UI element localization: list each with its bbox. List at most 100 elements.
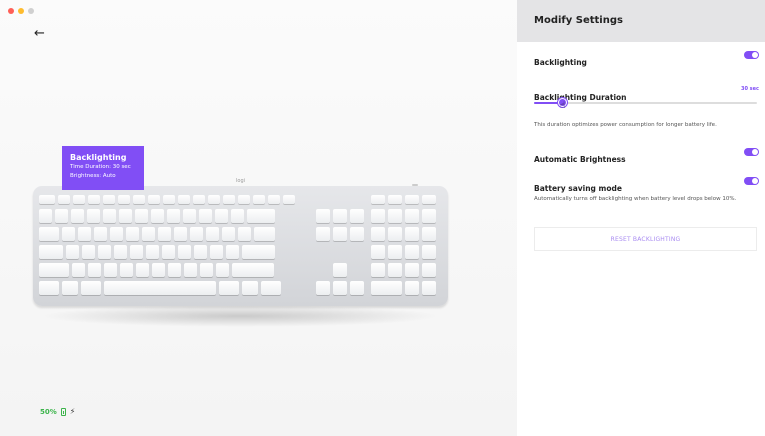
keyboard-key	[39, 195, 55, 204]
panel-title: Modify Settings	[517, 0, 765, 42]
keyboard-key	[39, 245, 63, 259]
pointer-cursor-icon: ☝	[560, 101, 566, 111]
keyboard-key	[82, 245, 95, 259]
keyboard-key	[194, 245, 207, 259]
tooltip-title: Backlighting	[70, 153, 127, 162]
keyboard-key	[333, 281, 347, 295]
keyboard-key	[120, 263, 133, 277]
backlighting-duration-value: 30 sec	[740, 86, 759, 92]
battery-saving-toggle[interactable]	[744, 177, 759, 185]
keyboard-key	[261, 281, 281, 295]
keyboard-key	[152, 263, 165, 277]
maximize-window-button[interactable]	[28, 8, 34, 14]
keyboard-key	[210, 245, 223, 259]
automatic-brightness-row: Automatic Brightness	[534, 147, 759, 164]
keyboard-key	[199, 209, 212, 223]
reset-backlighting-button[interactable]: RESET BACKLIGHTING	[534, 227, 757, 251]
keyboard-key	[98, 245, 111, 259]
keyboard-key	[223, 195, 235, 204]
keyboard-key	[405, 209, 419, 223]
keyboard-key	[242, 245, 275, 259]
keyboard-key	[371, 245, 385, 259]
keyboard-key	[422, 195, 436, 204]
keyboard-key	[371, 263, 385, 277]
backlighting-toggle[interactable]	[744, 51, 759, 59]
keyboard-key	[130, 245, 143, 259]
keyboard-key	[118, 195, 130, 204]
keyboard-key	[110, 227, 123, 241]
back-arrow-icon[interactable]: ←	[34, 27, 45, 40]
keyboard-key	[405, 195, 419, 204]
keyboard-key	[422, 209, 436, 223]
keyboard-key	[103, 195, 115, 204]
keyboard-key	[167, 209, 180, 223]
keyboard-key	[178, 195, 190, 204]
battery-saving-label: Battery saving mode	[534, 184, 622, 193]
keyboard-key	[405, 281, 419, 295]
keyboard-key	[388, 263, 402, 277]
keyboard-key	[81, 281, 101, 295]
keyboard-key	[178, 245, 191, 259]
keyboard-key	[62, 227, 75, 241]
keyboard-key	[146, 245, 159, 259]
keyboard-key	[88, 195, 100, 204]
keyboard-image	[33, 186, 448, 306]
battery-saving-description: Automatically turns off backlighting whe…	[534, 196, 737, 202]
keyboard-key	[148, 195, 160, 204]
keyboard-key	[422, 263, 436, 277]
keyboard-key	[371, 281, 402, 295]
keyboard-key	[66, 245, 79, 259]
keyboard-shadow	[40, 305, 440, 327]
battery-level: 50%	[40, 407, 57, 416]
keyboard-key	[268, 195, 280, 204]
close-window-button[interactable]	[8, 8, 14, 14]
duration-slider-track[interactable]	[534, 102, 757, 104]
keyboard-key	[133, 195, 145, 204]
keyboard-key	[39, 263, 69, 277]
keyboard-key	[316, 281, 330, 295]
keyboard-key	[55, 209, 68, 223]
battery-icon	[60, 407, 66, 416]
keyboard-key	[71, 209, 84, 223]
keyboard-key	[200, 263, 213, 277]
tooltip-time-duration: Time Duration: 30 sec	[70, 164, 131, 170]
keyboard-key	[78, 227, 91, 241]
keyboard-key	[231, 209, 244, 223]
keyboard-key	[215, 209, 228, 223]
keyboard-key	[103, 209, 116, 223]
keyboard-key	[333, 227, 347, 241]
keyboard-key	[193, 195, 205, 204]
keyboard-key	[388, 209, 402, 223]
keyboard-key	[350, 281, 364, 295]
keyboard-key	[388, 245, 402, 259]
keyboard-key	[62, 281, 78, 295]
keyboard-key	[316, 209, 330, 223]
keyboard-key	[126, 227, 139, 241]
keyboard-key	[422, 227, 436, 241]
keyboard-key	[142, 227, 155, 241]
keyboard-key	[119, 209, 132, 223]
keyboard-key	[88, 263, 101, 277]
keyboard-key	[190, 227, 203, 241]
keyboard-key	[94, 227, 107, 241]
keyboard-key	[183, 209, 196, 223]
backlighting-row: Backlighting	[534, 50, 759, 67]
minimize-window-button[interactable]	[18, 8, 24, 14]
keyboard-key	[216, 263, 229, 277]
keyboard-key	[232, 263, 274, 277]
keyboard-indicator-light	[412, 184, 418, 186]
keyboard-key	[405, 245, 419, 259]
keyboard-key	[253, 195, 265, 204]
window-controls	[8, 8, 34, 14]
automatic-brightness-toggle[interactable]	[744, 148, 759, 156]
keyboard-key	[39, 227, 59, 241]
keyboard-key	[388, 227, 402, 241]
keyboard-key	[422, 245, 436, 259]
keyboard-key	[168, 263, 181, 277]
keyboard-logo: logi	[236, 178, 246, 184]
keyboard-key	[39, 281, 59, 295]
keyboard-key	[162, 245, 175, 259]
keyboard-key	[238, 195, 250, 204]
battery-saving-row: Battery saving mode	[534, 176, 759, 193]
keyboard-key	[73, 195, 85, 204]
